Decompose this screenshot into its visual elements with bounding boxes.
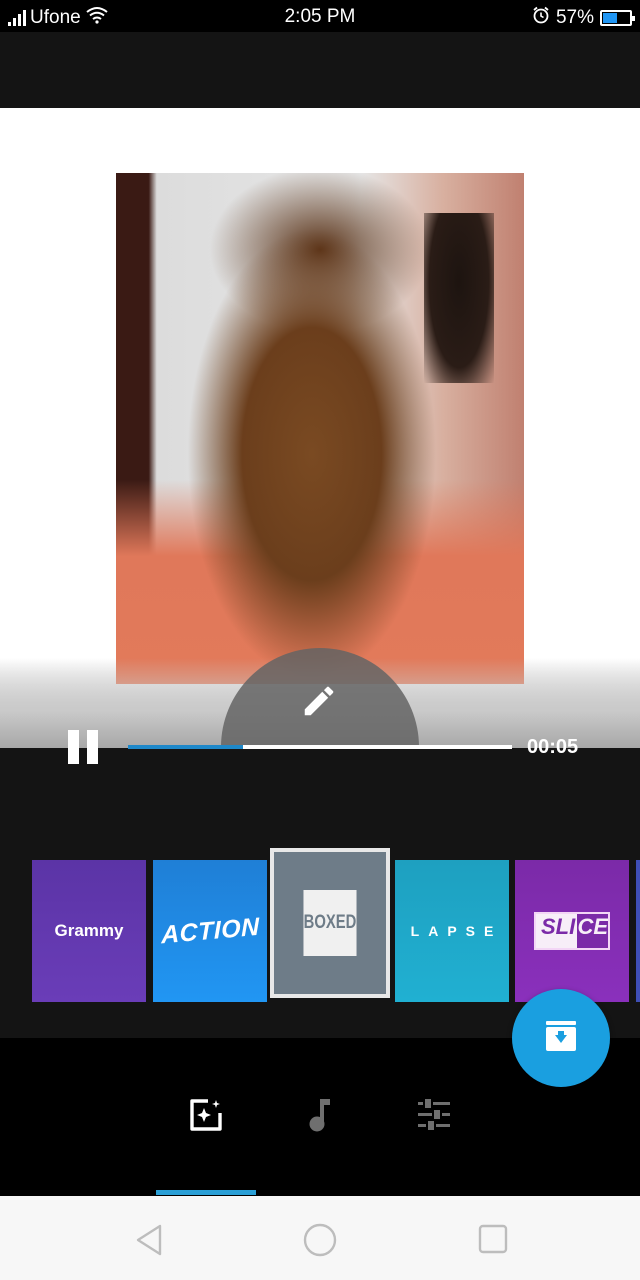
home-icon — [300, 1223, 340, 1264]
theme-label: LAPSE — [410, 923, 503, 939]
status-right: 57% — [532, 6, 635, 30]
recent-apps-icon — [472, 1224, 512, 1264]
pencil-icon[interactable] — [300, 682, 338, 720]
theme-lapse[interactable]: LAPSE — [395, 860, 509, 1002]
screen: Ufone 2:05 PM 57% 00:05 Grammy ACTION BO… — [0, 0, 640, 1280]
video-preview[interactable] — [0, 108, 640, 748]
battery-fill — [603, 13, 617, 23]
tab-themes[interactable] — [156, 1086, 256, 1148]
video-frame-image — [116, 173, 524, 684]
battery-percent: 57% — [555, 7, 594, 28]
archive-download-icon — [543, 1018, 579, 1059]
home-button[interactable] — [300, 1220, 340, 1260]
theme-strip[interactable]: Grammy ACTION BOXED LAPSE SLI CE — [0, 848, 640, 1008]
auto-awesome-icon — [188, 1097, 224, 1138]
battery-icon — [600, 10, 635, 26]
theme-label: SLI CE — [534, 912, 610, 950]
theme-grammy[interactable]: Grammy — [32, 860, 146, 1002]
status-bar: Ufone 2:05 PM 57% — [0, 0, 640, 32]
theme-boxed[interactable]: BOXED — [270, 848, 390, 998]
theme-label: ACTION — [160, 912, 260, 949]
alarm-icon — [532, 6, 550, 30]
toolbar-area — [0, 32, 640, 108]
theme-next-partial[interactable] — [636, 860, 640, 1002]
music-note-icon — [305, 1097, 335, 1138]
back-button[interactable] — [130, 1220, 170, 1260]
tab-settings[interactable] — [384, 1086, 484, 1148]
pause-button[interactable] — [68, 730, 104, 764]
background-person — [424, 213, 494, 383]
tune-icon — [416, 1098, 452, 1137]
playback-controls: 00:05 — [0, 720, 640, 776]
back-icon — [130, 1224, 170, 1264]
pause-icon-bar — [68, 730, 79, 764]
system-nav-bar — [0, 1196, 640, 1280]
theme-label: BOXED — [303, 890, 357, 956]
save-export-button[interactable] — [512, 989, 610, 1087]
theme-label: Grammy — [54, 921, 124, 940]
pause-icon-bar — [87, 730, 98, 764]
tab-music[interactable] — [270, 1086, 370, 1148]
theme-label-left: SLI — [536, 914, 578, 948]
active-tab-indicator — [156, 1190, 256, 1195]
seek-bar[interactable] — [128, 745, 512, 749]
seek-progress — [128, 745, 244, 749]
theme-label-right: CE — [577, 914, 608, 948]
theme-action[interactable]: ACTION — [153, 860, 267, 1002]
recent-apps-button[interactable] — [472, 1220, 512, 1260]
current-time: 00:05 — [527, 736, 579, 758]
theme-slice[interactable]: SLI CE — [515, 860, 629, 1002]
